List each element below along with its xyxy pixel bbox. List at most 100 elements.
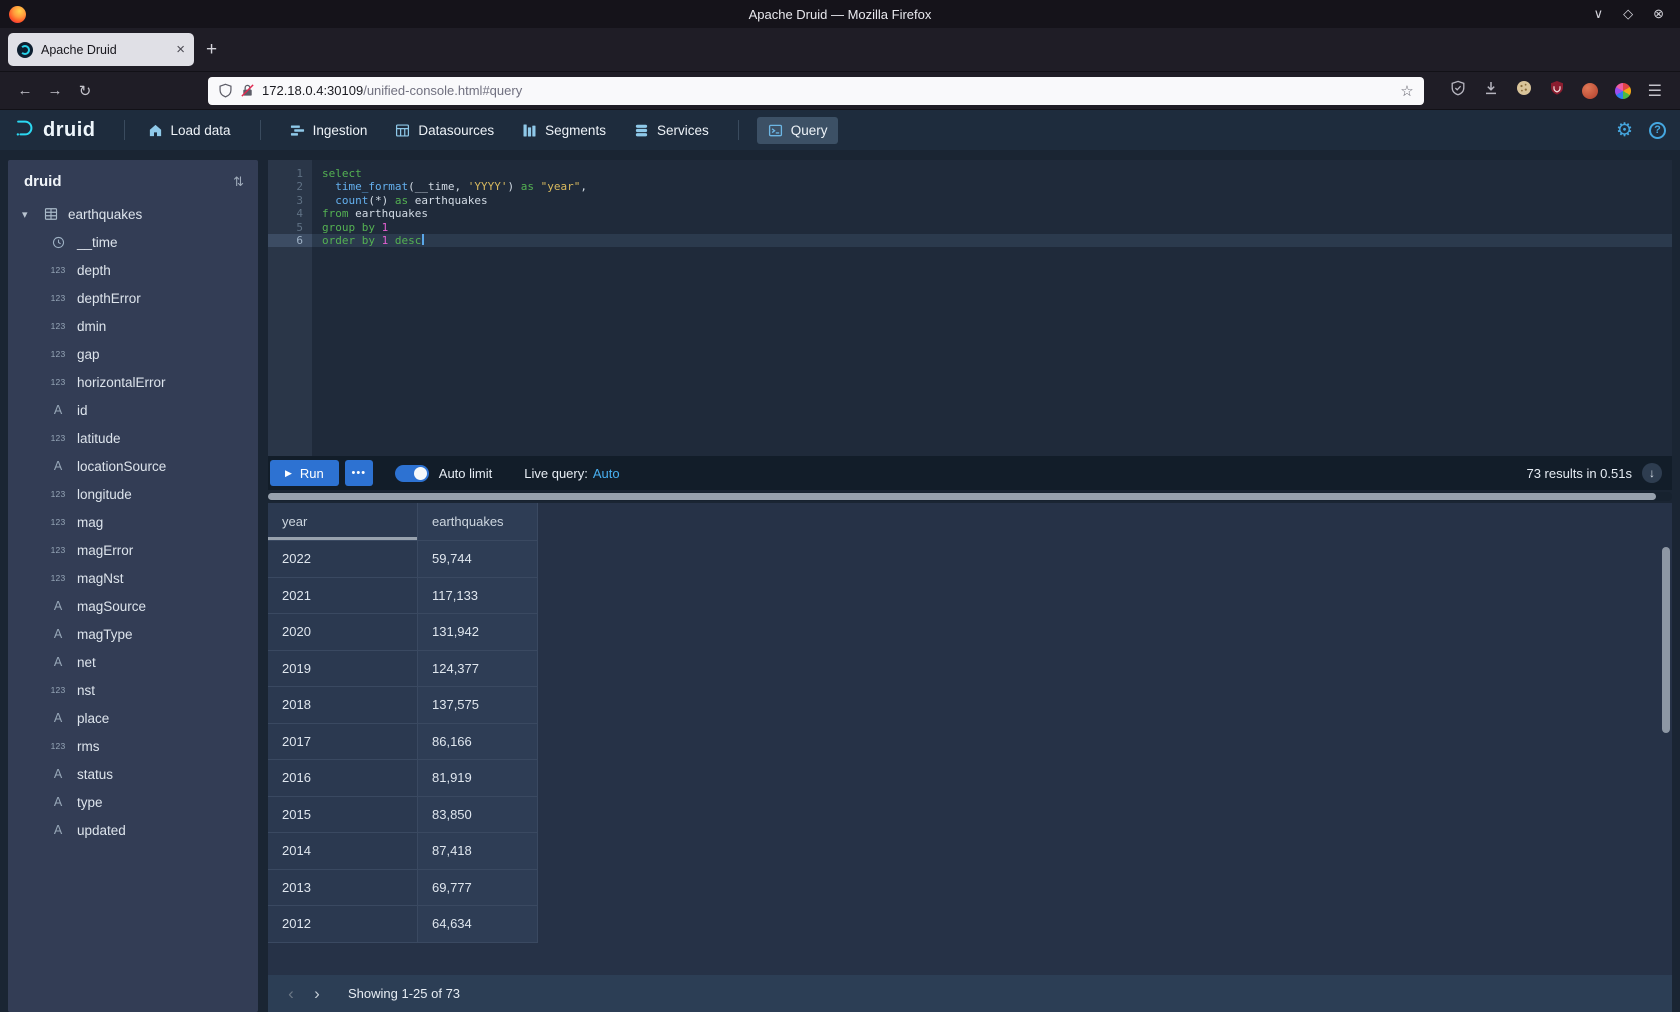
cell-year: 2016 (268, 760, 418, 797)
table-row[interactable]: 201786,166 (268, 724, 538, 761)
sidebar-column-locationSource[interactable]: AlocationSource (8, 452, 258, 480)
table-row[interactable]: 2018137,575 (268, 687, 538, 724)
code-line-4[interactable]: 4from earthquakes (268, 207, 1672, 220)
browser-tab-apache-druid[interactable]: Apache Druid × (8, 33, 194, 66)
line-number: 3 (268, 194, 312, 207)
sidebar-column-horizontalError[interactable]: 123horizontalError (8, 368, 258, 396)
column-sort-icon[interactable]: ⇅ (233, 174, 244, 190)
table-row[interactable]: 201264,634 (268, 906, 538, 943)
column-header-earthquakes[interactable]: earthquakes (418, 503, 538, 541)
run-more-options-button[interactable]: ••• (345, 460, 373, 486)
table-row[interactable]: 201583,850 (268, 797, 538, 834)
horizontal-scrollbar[interactable] (268, 492, 1672, 501)
code-line-2[interactable]: 2 time_format(__time, 'YYYY') as "year", (268, 180, 1672, 193)
sidebar-column-magType[interactable]: AmagType (8, 620, 258, 648)
datasource-row-earthquakes[interactable]: ▾ earthquakes (8, 200, 258, 228)
nav-item-services[interactable]: Services (623, 117, 720, 144)
extension-icon[interactable] (1450, 80, 1466, 101)
plasma-star-icon[interactable] (1615, 83, 1631, 99)
cell-earthquakes: 117,133 (418, 578, 538, 615)
nav-item-label: Ingestion (313, 123, 368, 138)
string-type-icon: A (48, 403, 68, 417)
sidebar-column-magSource[interactable]: AmagSource (8, 592, 258, 620)
sidebar-column-place[interactable]: Aplace (8, 704, 258, 732)
cookie-profile-icon[interactable] (1516, 80, 1532, 101)
sidebar-column-net[interactable]: Anet (8, 648, 258, 676)
column-header-year[interactable]: year (268, 503, 418, 541)
url-bar[interactable]: 172.18.0.4:30109 /unified-console.html#q… (208, 77, 1424, 105)
url-path: /unified-console.html#query (363, 83, 522, 98)
column-name: depthError (77, 291, 141, 306)
tracking-shield-icon[interactable] (218, 83, 233, 98)
table-row[interactable]: 201681,919 (268, 760, 538, 797)
nav-item-query[interactable]: Query (757, 117, 839, 144)
sidebar-column-gap[interactable]: 123gap (8, 340, 258, 368)
cell-earthquakes: 64,634 (418, 906, 538, 943)
download-results-icon[interactable]: ↓ (1642, 463, 1662, 483)
table-row[interactable]: 202259,744 (268, 541, 538, 578)
sidebar-column-__time[interactable]: __time (8, 228, 258, 256)
tab-close-icon[interactable]: × (170, 41, 185, 58)
hamburger-menu-icon[interactable]: ☰ (1648, 81, 1662, 101)
druid-brand[interactable]: druid (14, 117, 96, 144)
code-line-3[interactable]: 3 count(*) as earthquakes (268, 194, 1672, 207)
nav-item-load-data[interactable]: Load data (137, 117, 242, 144)
help-icon[interactable]: ? (1649, 122, 1666, 139)
forward-button[interactable]: → (40, 82, 70, 99)
sidebar-column-updated[interactable]: Aupdated (8, 816, 258, 844)
back-button[interactable]: ← (10, 82, 40, 99)
table-row[interactable]: 201487,418 (268, 833, 538, 870)
number-type-icon: 123 (48, 489, 68, 499)
auto-limit-toggle[interactable] (395, 465, 429, 482)
number-type-icon: 123 (48, 573, 68, 583)
window-menu-chevron-icon[interactable]: ∨ (1594, 6, 1604, 22)
downloads-icon[interactable] (1483, 80, 1499, 101)
sidebar-column-latitude[interactable]: 123latitude (8, 424, 258, 452)
sidebar-column-magError[interactable]: 123magError (8, 536, 258, 564)
live-query-value[interactable]: Auto (593, 466, 620, 481)
account-avatar-icon[interactable] (1582, 83, 1598, 99)
ublock-icon[interactable] (1549, 80, 1565, 101)
sidebar-column-magNst[interactable]: 123magNst (8, 564, 258, 592)
insecure-lock-icon[interactable] (240, 83, 255, 98)
bookmark-star-icon[interactable]: ☆ (1400, 82, 1413, 100)
sidebar-column-rms[interactable]: 123rms (8, 732, 258, 760)
sidebar-column-depth[interactable]: 123depth (8, 256, 258, 284)
column-name: net (77, 655, 96, 670)
page-next-icon[interactable]: › (304, 984, 330, 1004)
horizontal-scrollbar-thumb[interactable] (268, 493, 1656, 500)
nav-item-ingestion[interactable]: Ingestion (279, 117, 379, 144)
brand-name: druid (43, 119, 96, 142)
sidebar-column-nst[interactable]: 123nst (8, 676, 258, 704)
column-name: status (77, 767, 113, 782)
sidebar-column-dmin[interactable]: 123dmin (8, 312, 258, 340)
reload-button[interactable]: ↻ (70, 82, 100, 100)
page-prev-icon[interactable]: ‹ (278, 984, 304, 1004)
sidebar-column-depthError[interactable]: 123depthError (8, 284, 258, 312)
window-maximize-icon[interactable]: ◇ (1623, 6, 1633, 22)
nav-item-segments[interactable]: Segments (511, 117, 617, 144)
sidebar-column-mag[interactable]: 123mag (8, 508, 258, 536)
sidebar-column-status[interactable]: Astatus (8, 760, 258, 788)
run-button[interactable]: ▶ Run (270, 460, 339, 486)
table-row[interactable]: 2019124,377 (268, 651, 538, 688)
chevron-down-icon[interactable]: ▾ (22, 208, 34, 221)
code-text: from earthquakes (312, 207, 428, 220)
editor-lines: 1select2 time_format(__time, 'YYYY') as … (268, 160, 1672, 247)
window-close-icon[interactable]: ⊗ (1653, 6, 1664, 22)
sidebar-column-id[interactable]: Aid (8, 396, 258, 424)
code-line-5[interactable]: 5group by 1 (268, 221, 1672, 234)
sidebar-column-type[interactable]: Atype (8, 788, 258, 816)
code-line-6[interactable]: 6order by 1 desc (268, 234, 1672, 247)
cell-year: 2013 (268, 870, 418, 907)
code-line-1[interactable]: 1select (268, 167, 1672, 180)
vertical-scrollbar-thumb[interactable] (1662, 547, 1670, 733)
settings-gear-icon[interactable]: ⚙ (1616, 119, 1633, 142)
sql-editor[interactable]: 1select2 time_format(__time, 'YYYY') as … (268, 160, 1672, 456)
table-row[interactable]: 2021117,133 (268, 578, 538, 615)
table-row[interactable]: 201369,777 (268, 870, 538, 907)
table-row[interactable]: 2020131,942 (268, 614, 538, 651)
nav-item-datasources[interactable]: Datasources (384, 117, 505, 144)
new-tab-button[interactable]: + (206, 39, 217, 61)
sidebar-column-longitude[interactable]: 123longitude (8, 480, 258, 508)
